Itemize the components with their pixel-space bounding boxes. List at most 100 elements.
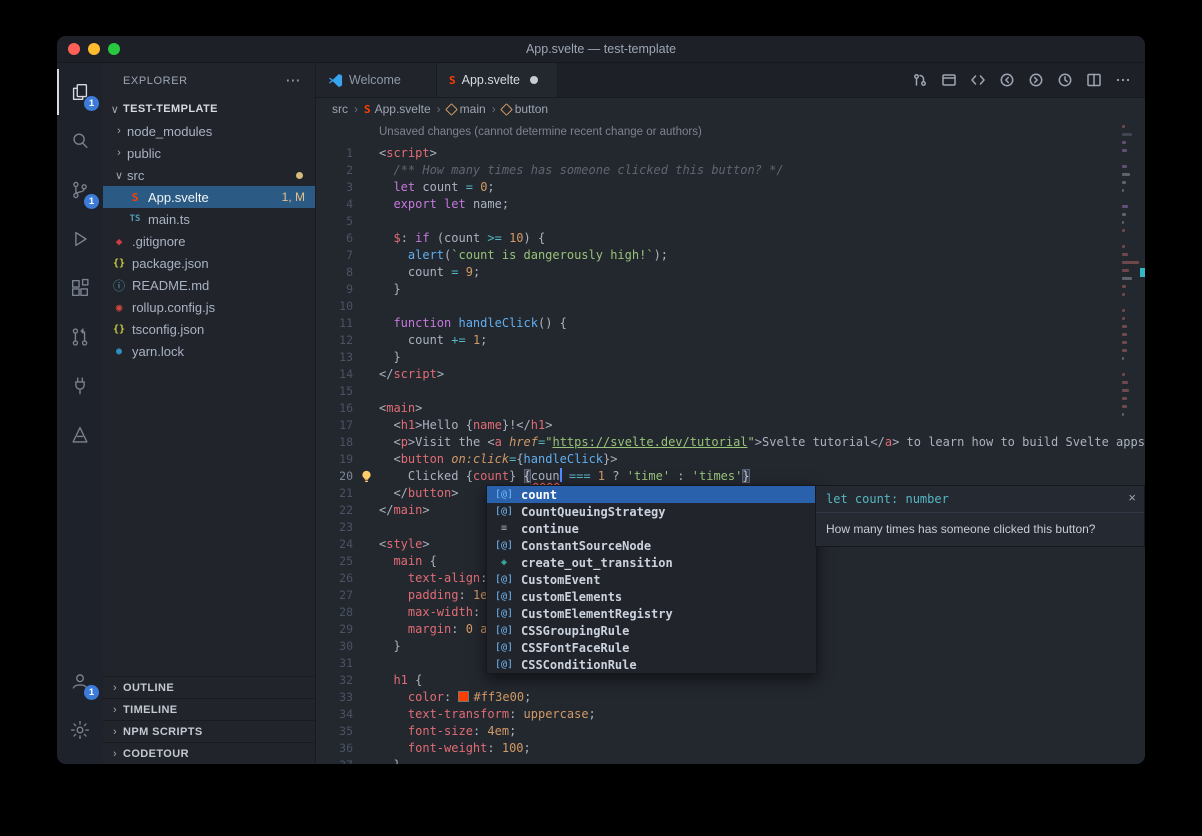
code-line[interactable]: 6 $: if (count >= 10) {	[316, 230, 1145, 247]
suggestion-cssconditionrule[interactable]: [@]CSSConditionRule	[487, 656, 816, 673]
suggestion-cssgroupingrule[interactable]: [@]CSSGroupingRule	[487, 622, 816, 639]
code-line[interactable]: 8 count = 9;	[316, 264, 1145, 281]
minimap-line	[1122, 242, 1139, 250]
activity-accounts-icon[interactable]: 1	[57, 658, 103, 704]
split-editor-icon[interactable]	[1084, 69, 1104, 91]
code-line[interactable]: 33 color: #ff3e00;	[316, 689, 1145, 706]
breadcrumb-item-app-svelte[interactable]: SApp.svelte	[364, 102, 431, 116]
minimap[interactable]	[1122, 122, 1139, 418]
tree-item-gitignore[interactable]: ◆.gitignore	[103, 230, 315, 252]
tree-item-tsconfig-json[interactable]: {}tsconfig.json	[103, 318, 315, 340]
tree-item-public[interactable]: ›public	[103, 142, 315, 164]
activity-run-debug-icon[interactable]	[57, 216, 103, 262]
code-line[interactable]: 10	[316, 298, 1145, 315]
svelte-icon: S	[364, 103, 371, 116]
breadcrumb-item-main[interactable]: main	[447, 102, 486, 116]
code-line[interactable]: 20 Clicked {count} {coun === 1 ? 'time' …	[316, 468, 1145, 485]
tree-item-app-svelte[interactable]: SApp.svelte1, M	[103, 186, 315, 208]
code-token: href	[509, 435, 538, 449]
code-line[interactable]: 18 <p>Visit the <a href="https://svelte.…	[316, 434, 1145, 451]
panel-timeline[interactable]: ›TIMELINE	[103, 698, 315, 720]
tree-item-package-json[interactable]: {}package.json	[103, 252, 315, 274]
suggestion-constantsourcenode[interactable]: [@]ConstantSourceNode	[487, 537, 816, 554]
tree-item-label: tsconfig.json	[132, 322, 204, 337]
code-line[interactable]: 5	[316, 213, 1145, 230]
code-line[interactable]: 7 alert(`count is dangerously high!`);	[316, 247, 1145, 264]
tree-item-readme-md[interactable]: ⓘREADME.md	[103, 274, 315, 296]
close-icon[interactable]: ×	[1128, 492, 1136, 504]
panel-npm-scripts[interactable]: ›NPM SCRIPTS	[103, 720, 315, 742]
tree-item-label: rollup.config.js	[132, 300, 215, 315]
breadcrumb-item-src[interactable]: src	[332, 102, 348, 116]
minimize-window-button[interactable]	[88, 43, 100, 55]
more-actions-icon[interactable]	[1113, 69, 1133, 91]
code-line[interactable]: 2 /** How many times has someone clicked…	[316, 162, 1145, 179]
code-line[interactable]: 12 count += 1;	[316, 332, 1145, 349]
code-text: <button on:click={handleClick}>	[379, 451, 617, 468]
suggestion-customelementregistry[interactable]: [@]CustomElementRegistry	[487, 605, 816, 622]
prev-change-icon[interactable]	[997, 69, 1017, 91]
activity-source-control-icon[interactable]: 1	[57, 167, 103, 213]
code-line[interactable]: 36 font-weight: 100;	[316, 740, 1145, 757]
tree-item-src[interactable]: ∨src	[103, 164, 315, 186]
code-line[interactable]: 16<main>	[316, 400, 1145, 417]
code-line[interactable]: 34 text-transform: uppercase;	[316, 706, 1145, 723]
activity-search-icon[interactable]	[57, 118, 103, 164]
gutter	[353, 638, 379, 655]
code-line[interactable]: 11 function handleClick() {	[316, 315, 1145, 332]
code-line[interactable]: 14</script>	[316, 366, 1145, 383]
suggestion-customevent[interactable]: [@]CustomEvent	[487, 571, 816, 588]
code-line[interactable]: 32 h1 {	[316, 672, 1145, 689]
code-line[interactable]: 19 <button on:click={handleClick}>	[316, 451, 1145, 468]
code-line[interactable]: 3 let count = 0;	[316, 179, 1145, 196]
tab-app-svelte[interactable]: SApp.svelte	[437, 63, 558, 97]
gutter	[353, 145, 379, 162]
code-line[interactable]: 4 export let name;	[316, 196, 1145, 213]
suggestion-create-out-transition[interactable]: ◈create_out_transition	[487, 554, 816, 571]
tree-item-yarn-lock[interactable]: ●yarn.lock	[103, 340, 315, 362]
zoom-window-button[interactable]	[108, 43, 120, 55]
next-change-icon[interactable]	[1026, 69, 1046, 91]
titlebar[interactable]: App.svelte — test-template	[57, 36, 1145, 63]
activity-azure-icon[interactable]	[57, 412, 103, 458]
history-icon[interactable]	[1055, 69, 1075, 91]
suggestion-continue[interactable]: ≡continue	[487, 520, 816, 537]
lightbulb-icon[interactable]	[353, 468, 379, 485]
more-actions-icon[interactable]: ⋯	[285, 76, 301, 86]
suggestion-countqueuingstrategy[interactable]: [@]CountQueuingStrategy	[487, 503, 816, 520]
tree-item-rollup-config-js[interactable]: ◉rollup.config.js	[103, 296, 315, 318]
panel-codetour[interactable]: ›CODETOUR	[103, 742, 315, 764]
breadcrumb-label: src	[332, 102, 348, 116]
code-line[interactable]: 9 }	[316, 281, 1145, 298]
line-number: 33	[316, 689, 353, 706]
code-line[interactable]: 37 }	[316, 757, 1145, 764]
suggestion-cssfontfacerule[interactable]: [@]CSSFontFaceRule	[487, 639, 816, 656]
code-line[interactable]: 13 }	[316, 349, 1145, 366]
tree-root-folder[interactable]: ∨ TEST-TEMPLATE	[103, 98, 315, 120]
activity-explorer-icon[interactable]: 1	[57, 69, 103, 115]
breadcrumb-item-button[interactable]: button	[502, 102, 548, 116]
tree-item-node-modules[interactable]: ›node_modules	[103, 120, 315, 142]
preview-icon[interactable]	[939, 69, 959, 91]
diff-icon[interactable]	[910, 69, 930, 91]
activity-extensions-icon[interactable]	[57, 265, 103, 311]
code-line[interactable]: 17 <h1>Hello {name}!</h1>	[316, 417, 1145, 434]
panel-outline[interactable]: ›OUTLINE	[103, 676, 315, 698]
code-line[interactable]: 1<script>	[316, 145, 1145, 162]
open-changes-icon[interactable]	[968, 69, 988, 91]
tab-welcome[interactable]: Welcome	[316, 63, 437, 97]
modified-dot	[296, 172, 303, 179]
code-text: /** How many times has someone clicked t…	[379, 162, 784, 179]
tree-item-main-ts[interactable]: TSmain.ts	[103, 208, 315, 230]
line-number: 4	[316, 196, 353, 213]
code-line[interactable]: 15	[316, 383, 1145, 400]
suggestion-count[interactable]: [@]count	[487, 486, 816, 503]
activity-github-pr-icon[interactable]	[57, 314, 103, 360]
activity-settings-icon[interactable]	[57, 707, 103, 753]
code-line[interactable]: 35 font-size: 4em;	[316, 723, 1145, 740]
code-token: 'time'	[627, 469, 670, 483]
activity-remote-icon[interactable]	[57, 363, 103, 409]
line-number: 24	[316, 536, 353, 553]
close-window-button[interactable]	[68, 43, 80, 55]
suggestion-customelements[interactable]: [@]customElements	[487, 588, 816, 605]
